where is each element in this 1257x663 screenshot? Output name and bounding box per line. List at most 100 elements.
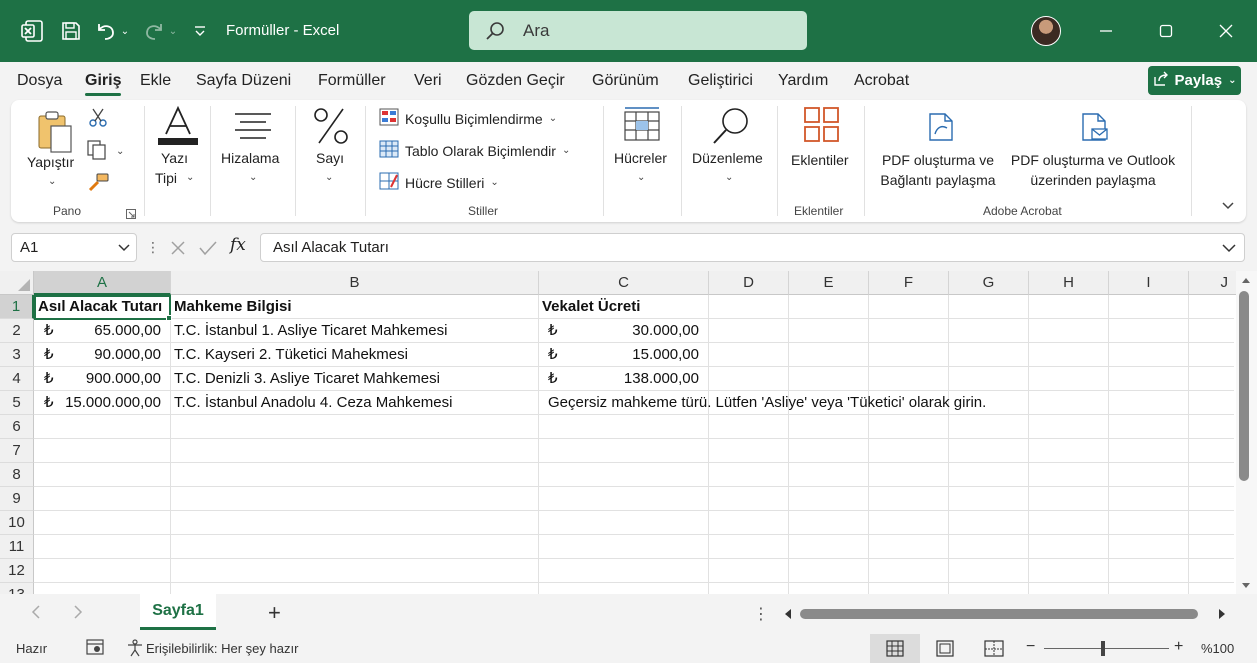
tab-yardim[interactable]: Yardım — [778, 72, 828, 90]
tab-acrobat[interactable]: Acrobat — [854, 72, 909, 90]
cell-c2[interactable]: 30.000,00 — [570, 319, 699, 343]
tab-formuller[interactable]: Formüller — [318, 72, 386, 90]
column-header-g[interactable]: G — [949, 271, 1029, 295]
cell-a3[interactable]: 90.000,00 — [60, 343, 161, 367]
undo-dropdown-icon[interactable]: ⌄ — [116, 15, 134, 47]
tab-ekle[interactable]: Ekle — [140, 72, 171, 90]
column-header-i[interactable]: I — [1109, 271, 1189, 295]
format-as-table-button[interactable]: Tablo Olarak Biçimlendir ⌄ — [379, 140, 570, 161]
tab-giris[interactable]: Giriş — [85, 72, 122, 96]
tab-dosya[interactable]: Dosya — [17, 72, 62, 90]
column-header-h[interactable]: H — [1029, 271, 1109, 295]
column-header-d[interactable]: D — [709, 271, 789, 295]
formula-input[interactable]: Asıl Alacak Tutarı — [260, 233, 1245, 262]
copy-icon[interactable] — [87, 140, 109, 163]
tab-veri[interactable]: Veri — [414, 72, 442, 90]
cell-a5[interactable]: 15.000.000,00 — [54, 391, 161, 415]
collapse-ribbon-icon[interactable] — [1221, 198, 1235, 214]
column-header-c[interactable]: C — [539, 271, 709, 295]
cell-c3[interactable]: 15.000,00 — [570, 343, 699, 367]
horizontal-scroll-thumb[interactable] — [800, 609, 1198, 619]
previous-sheet-icon[interactable] — [30, 604, 42, 623]
number-label[interactable]: Sayı — [316, 148, 344, 168]
addins-label[interactable]: Eklentiler — [791, 150, 849, 170]
pdf-outlook-label-1[interactable]: PDF oluşturma ve Outlook — [1005, 150, 1181, 170]
number-dropdown-icon[interactable]: ⌄ — [325, 168, 333, 188]
zoom-slider[interactable] — [1044, 648, 1169, 649]
row-header-13[interactable]: 13 — [0, 583, 34, 594]
row-header-1[interactable]: 1 — [0, 295, 34, 319]
cell-b2[interactable]: T.C. İstanbul 1. Asliye Ticaret Mahkemes… — [174, 319, 447, 343]
add-sheet-button[interactable]: + — [268, 600, 281, 626]
font-label[interactable]: Yazı — [161, 148, 188, 168]
row-header-3[interactable]: 3 — [0, 343, 34, 367]
accessibility-status[interactable]: Erişilebilirlik: Her şey hazır — [146, 641, 298, 656]
row-header-2[interactable]: 2 — [0, 319, 34, 343]
expand-formula-bar-icon[interactable] — [1222, 234, 1236, 263]
cell-b4[interactable]: T.C. Denizli 3. Asliye Ticaret Mahkemesi — [174, 367, 440, 391]
tab-gorunum[interactable]: Görünüm — [592, 72, 659, 90]
cell-c4[interactable]: 138.000,00 — [570, 367, 699, 391]
cells-label[interactable]: Hücreler — [614, 148, 667, 168]
cells-dropdown-icon[interactable]: ⌄ — [637, 168, 645, 188]
name-box-dropdown-icon[interactable] — [118, 234, 130, 263]
page-break-view-icon[interactable] — [984, 640, 1004, 660]
scroll-left-icon[interactable] — [783, 607, 793, 623]
cell-b3[interactable]: T.C. Kayseri 2. Tüketici Mahekmesi — [174, 343, 408, 367]
redo-dropdown-icon[interactable]: ⌄ — [164, 15, 182, 47]
zoom-out-button[interactable]: − — [1026, 638, 1035, 656]
next-sheet-icon[interactable] — [72, 604, 84, 623]
font-icon[interactable] — [158, 105, 198, 149]
alignment-label[interactable]: Hizalama — [221, 148, 279, 168]
font-dropdown-icon[interactable]: ⌄ — [186, 168, 194, 188]
cell-c5[interactable]: Geçersiz mahkeme türü. Lütfen 'Asliye' v… — [548, 391, 986, 415]
editing-dropdown-icon[interactable]: ⌄ — [725, 168, 733, 188]
macro-record-icon[interactable] — [86, 639, 104, 658]
cell-b5[interactable]: T.C. İstanbul Anadolu 4. Ceza Mahkemesi — [174, 391, 452, 415]
cell-styles-button[interactable]: Hücre Stilleri ⌄ — [379, 172, 499, 193]
close-icon[interactable] — [1212, 17, 1240, 45]
search-box[interactable]: Ara — [469, 11, 807, 50]
column-header-a[interactable]: A — [34, 271, 171, 295]
tab-gelistirici[interactable]: Geliştirici — [688, 72, 753, 90]
alignment-dropdown-icon[interactable]: ⌄ — [249, 168, 257, 188]
page-layout-view-icon[interactable] — [936, 640, 954, 660]
row-header-6[interactable]: 6 — [0, 415, 34, 439]
paste-icon[interactable] — [37, 110, 77, 157]
font-label-2[interactable]: Tipi — [155, 168, 177, 188]
row-header-11[interactable]: 11 — [0, 535, 34, 559]
find-icon[interactable] — [711, 106, 751, 149]
pdf-share-link-label-1[interactable]: PDF oluşturma ve — [877, 150, 999, 170]
worksheet-grid[interactable]: A B C D E F G H I J 1 2 3 4 5 6 7 8 9 10… — [0, 271, 1257, 594]
paste-label[interactable]: Yapıştır — [27, 152, 74, 172]
pdf-share-link-label-2[interactable]: Bağlantı paylaşma — [877, 170, 999, 190]
zoom-in-button[interactable]: + — [1174, 638, 1183, 656]
cell-a4[interactable]: 900.000,00 — [60, 367, 161, 391]
minimize-icon[interactable] — [1092, 17, 1120, 45]
cell-b1[interactable]: Mahkeme Bilgisi — [174, 295, 292, 319]
row-header-12[interactable]: 12 — [0, 559, 34, 583]
user-avatar[interactable] — [1031, 16, 1061, 46]
scroll-right-icon[interactable] — [1217, 607, 1227, 623]
cells-icon[interactable] — [623, 106, 661, 145]
percent-icon[interactable] — [313, 106, 349, 149]
alignment-icon[interactable] — [234, 112, 272, 143]
accessibility-icon[interactable] — [126, 639, 144, 660]
addins-icon[interactable] — [803, 106, 841, 147]
column-header-e[interactable]: E — [789, 271, 869, 295]
zoom-slider-knob[interactable] — [1100, 641, 1105, 656]
row-header-8[interactable]: 8 — [0, 463, 34, 487]
share-button[interactable]: Paylaş ⌄ — [1148, 66, 1241, 95]
column-header-b[interactable]: B — [171, 271, 539, 295]
row-header-4[interactable]: 4 — [0, 367, 34, 391]
copy-dropdown-icon[interactable]: ⌄ — [116, 142, 124, 162]
name-box[interactable]: A1 — [11, 233, 137, 262]
more-options-icon[interactable]: ⋮ — [146, 239, 160, 256]
row-header-10[interactable]: 10 — [0, 511, 34, 535]
row-header-7[interactable]: 7 — [0, 439, 34, 463]
pdf-outlook-label-2[interactable]: üzerinden paylaşma — [1005, 170, 1181, 190]
enter-icon[interactable] — [199, 236, 217, 261]
paste-dropdown-icon[interactable]: ⌄ — [48, 172, 56, 192]
conditional-formatting-button[interactable]: Koşullu Biçimlendirme ⌄ — [379, 108, 557, 129]
sheet-options-icon[interactable]: ⋮ — [753, 604, 769, 624]
